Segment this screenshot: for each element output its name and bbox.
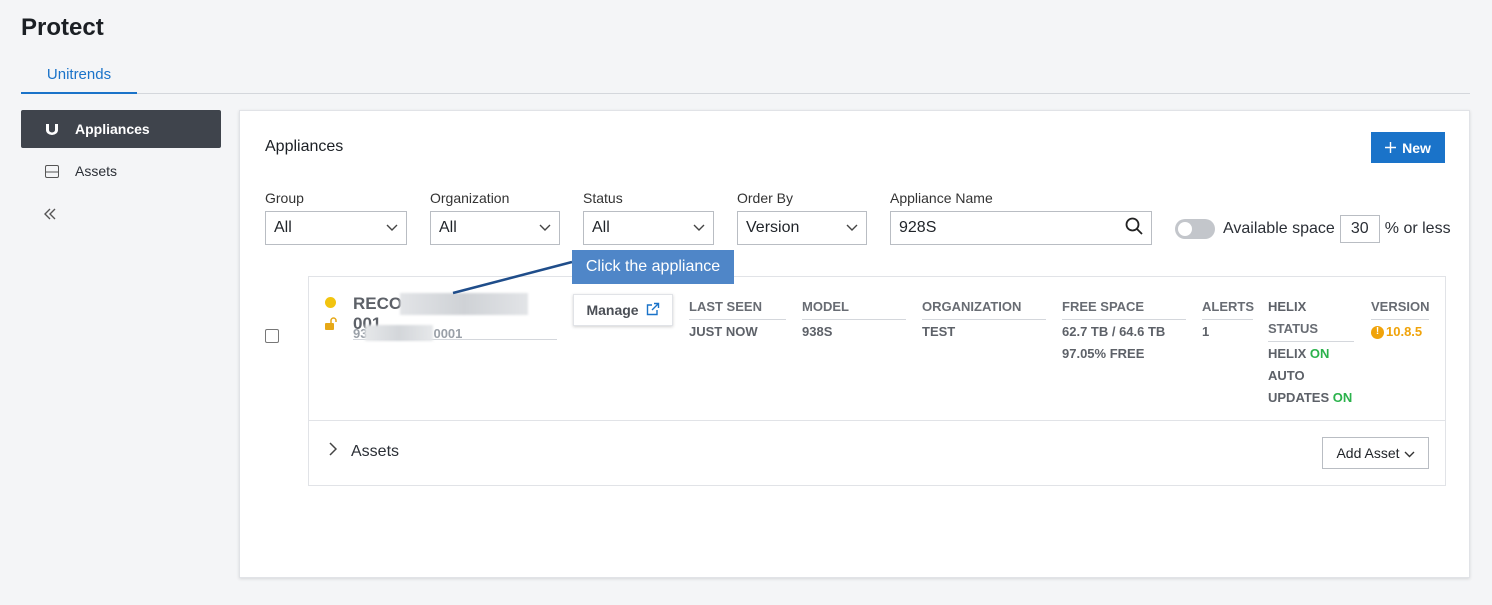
helix-status: HELIX ON: [1268, 343, 1354, 365]
unitrends-logo-icon: [45, 123, 75, 135]
free-space-value: 62.7 TB / 64.6 TB: [1062, 324, 1166, 339]
group-value: All: [274, 219, 292, 236]
add-asset-label: Add Asset: [1336, 445, 1400, 461]
free-space-column: FREE SPACE 62.7 TB / 64.6 TB 97.05% FREE: [1062, 296, 1186, 365]
last-seen-header: LAST SEEN: [689, 296, 786, 320]
version-value-wrap: ! 10.8.5: [1371, 321, 1429, 343]
auto-updates-status: UPDATES ON: [1268, 387, 1354, 409]
organization-column: ORGANIZATION TEST: [922, 296, 1046, 343]
appliances-card: Appliances New Group All Organization Al…: [239, 110, 1470, 578]
warning-icon: !: [1371, 325, 1384, 339]
appliance-name-value: 928S: [899, 219, 937, 236]
manage-label: Manage: [586, 302, 639, 318]
auto-label-line1: AUTO: [1268, 368, 1305, 383]
group-filter: Group All: [265, 190, 407, 245]
alerts-column: ALERTS 1: [1202, 296, 1254, 343]
appliance-name-label: Appliance Name: [890, 190, 993, 206]
available-space-suffix: % or less: [1384, 220, 1451, 237]
model-column: MODEL 938S: [802, 296, 906, 343]
status-filter: Status All: [583, 190, 714, 245]
assets-expander[interactable]: Assets: [329, 442, 399, 461]
sidebar-item-appliances[interactable]: Appliances: [21, 110, 221, 148]
chevron-down-icon: [693, 219, 705, 237]
group-label: Group: [265, 190, 304, 206]
double-chevron-left-icon: [43, 203, 57, 226]
available-space-toggle[interactable]: [1175, 219, 1215, 239]
external-link-icon: [646, 302, 660, 319]
serial-end: 0001: [433, 326, 463, 341]
sidebar: Appliances Assets: [21, 110, 221, 234]
order-by-filter: Order By Version: [737, 190, 867, 245]
chevron-down-icon: [846, 219, 858, 237]
order-by-value: Version: [746, 219, 800, 236]
chevron-down-icon: [1404, 445, 1415, 461]
free-space-header: FREE SPACE: [1062, 296, 1186, 320]
auto-label-line2: UPDATES: [1268, 390, 1330, 405]
version-column: VERSION ! 10.8.5: [1371, 296, 1430, 343]
helix-value: ON: [1309, 346, 1330, 361]
redacted-name-blur: [400, 293, 528, 315]
tab-unitrends[interactable]: Unitrends: [21, 62, 137, 94]
chevron-right-icon: [329, 442, 338, 461]
sidebar-item-assets[interactable]: Assets: [21, 152, 221, 190]
available-space-label: Available space: [1223, 220, 1335, 237]
manage-button[interactable]: Manage: [573, 294, 673, 326]
redacted-serial-blur: [365, 325, 433, 341]
card-title: Appliances: [265, 138, 344, 155]
order-by-label: Order By: [737, 190, 794, 206]
assets-label: Assets: [351, 442, 400, 460]
plus-icon: [1385, 140, 1397, 156]
appliance-checkbox[interactable]: [265, 329, 279, 343]
organization-select[interactable]: All: [430, 211, 560, 245]
group-select[interactable]: All: [265, 211, 407, 245]
status-dot-icon: [325, 297, 336, 308]
helix-column: HELIX STATUS HELIX ON AUTO UPDATES ON: [1268, 296, 1354, 409]
collapse-sidebar-button[interactable]: [21, 194, 221, 234]
order-by-select[interactable]: Version: [737, 211, 867, 245]
unlock-icon: [324, 317, 338, 336]
callout-tooltip: Click the appliance: [572, 250, 734, 284]
helix-label: HELIX: [1268, 346, 1307, 361]
status-label: Status: [583, 190, 623, 206]
chevron-down-icon: [539, 219, 551, 237]
helix-header-line1: HELIX: [1268, 299, 1307, 314]
version-value: 10.8.5: [1386, 324, 1423, 339]
available-space-filter: Available space 30 % or less: [1175, 215, 1451, 243]
sidebar-item-label: Assets: [75, 163, 118, 179]
organization-value: All: [439, 219, 457, 236]
page-title: Protect: [21, 14, 104, 41]
organization-label: Organization: [430, 190, 510, 206]
free-space-percent: 97.05% FREE: [1062, 346, 1145, 361]
appliance-name-start: RECO: [353, 294, 403, 313]
divider: [309, 420, 1445, 421]
status-select[interactable]: All: [583, 211, 714, 245]
appliance-name-input[interactable]: 928S: [890, 211, 1152, 245]
version-header: VERSION: [1371, 296, 1430, 320]
chevron-down-icon: [386, 219, 398, 237]
sidebar-item-label: Appliances: [75, 121, 150, 137]
last-seen-column: LAST SEEN JUST NOW: [689, 296, 786, 343]
alerts-value: 1: [1202, 324, 1210, 339]
available-space-input[interactable]: 30: [1339, 215, 1380, 243]
appliance-row[interactable]: RECO001 93 0001 Manage LAST SEEN JUST NOW…: [308, 276, 1446, 486]
tab-bar: Unitrends: [21, 62, 1470, 94]
model-header: MODEL: [802, 296, 906, 320]
search-icon[interactable]: [1125, 217, 1143, 240]
auto-value: ON: [1332, 390, 1353, 405]
organization-filter: Organization All: [430, 190, 560, 245]
new-button[interactable]: New: [1371, 132, 1445, 163]
appliance-name-filter: Appliance Name 928S: [890, 190, 1152, 245]
organization-header: ORGANIZATION: [922, 296, 1046, 320]
server-icon: [45, 164, 75, 178]
model-value: 938S: [802, 324, 833, 339]
organization-value: TEST: [922, 324, 956, 339]
add-asset-button[interactable]: Add Asset: [1322, 437, 1429, 469]
new-button-label: New: [1402, 139, 1431, 156]
helix-header-line2: STATUS: [1268, 318, 1354, 342]
last-seen-value: JUST NOW: [689, 324, 758, 339]
status-value: All: [592, 219, 610, 236]
alerts-header: ALERTS: [1202, 296, 1254, 320]
